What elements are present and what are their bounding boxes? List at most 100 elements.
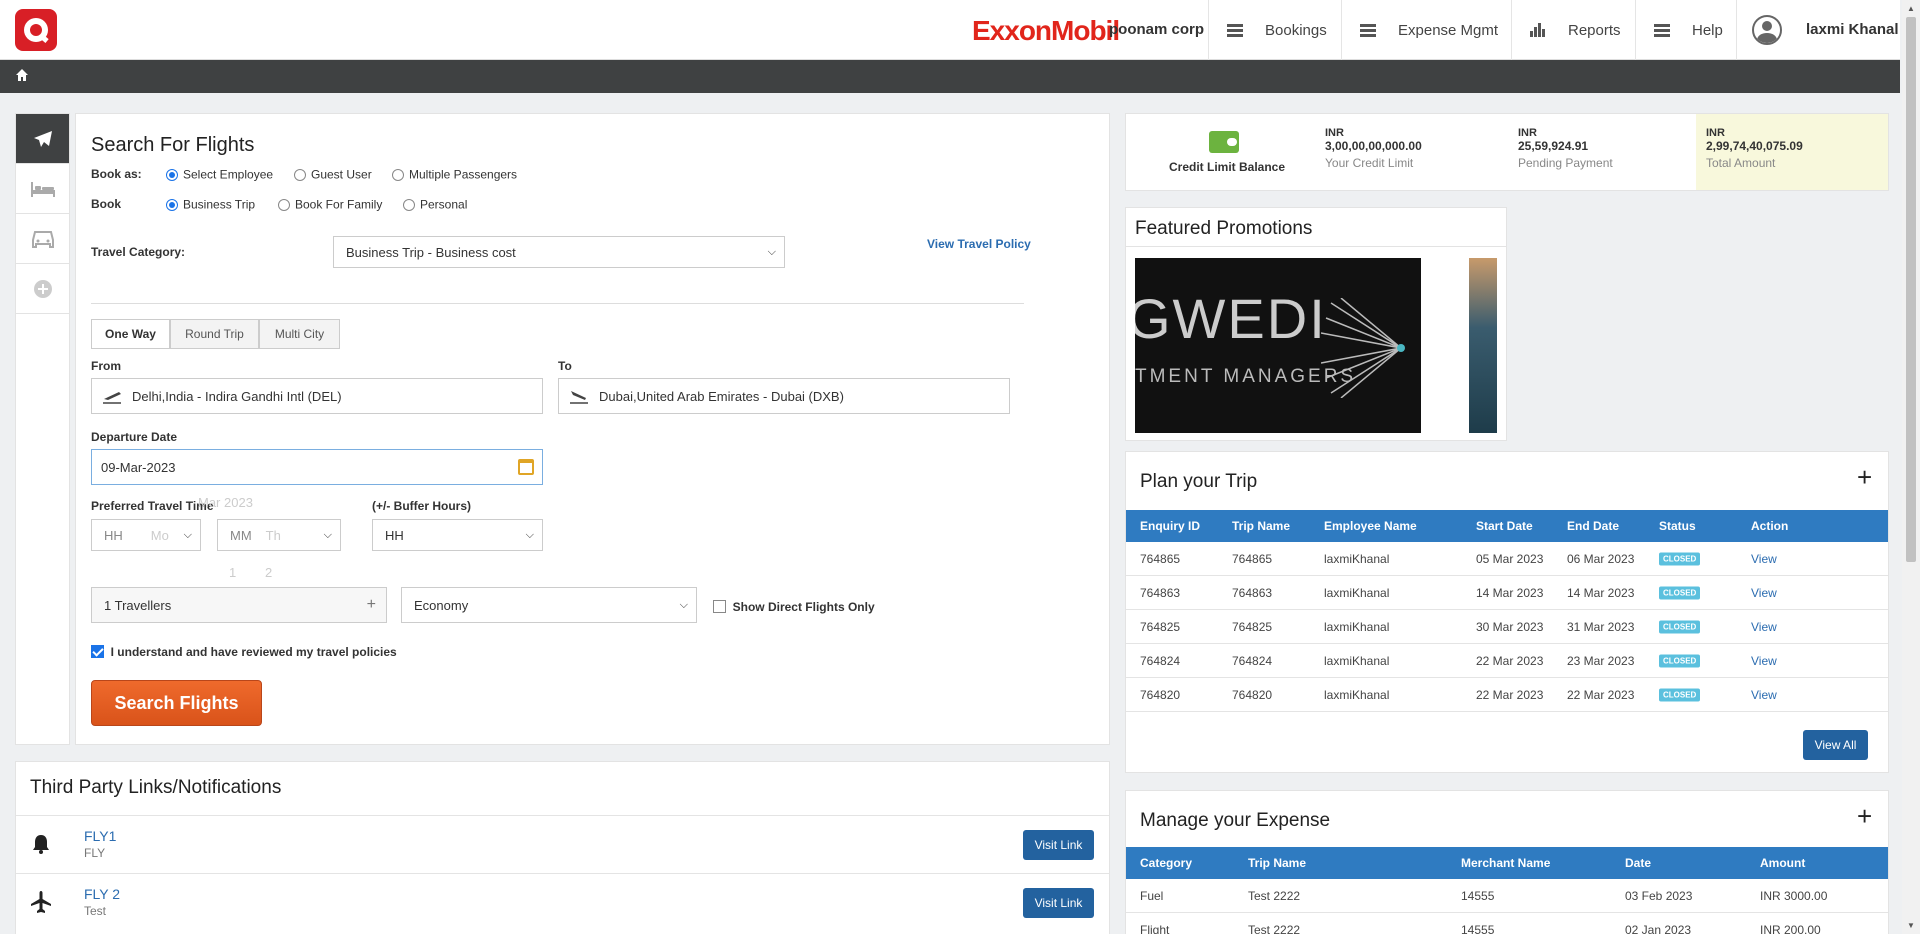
visit-link-button[interactable]: Visit Link — [1023, 888, 1094, 918]
travellers-select[interactable]: 1 Travellers + — [91, 587, 387, 623]
view-link[interactable]: View — [1751, 552, 1777, 566]
bell-icon — [33, 835, 49, 854]
hour-select[interactable]: HH Mo ⌵ — [91, 519, 201, 551]
view-travel-policy-link[interactable]: View Travel Policy — [927, 237, 1031, 251]
plan-trip-title: Plan your Trip — [1140, 471, 1258, 492]
booking-type-rail — [15, 113, 70, 745]
takeoff-icon — [103, 392, 121, 404]
bed-icon — [30, 181, 55, 197]
from-input[interactable]: Delhi,India - Indira Gandhi Intl (DEL) — [91, 378, 543, 414]
scroll-thumb[interactable] — [1906, 17, 1916, 562]
company-name: poonam corp — [1109, 21, 1205, 38]
menu-icon — [1360, 23, 1376, 37]
view-link[interactable]: View — [1751, 620, 1777, 634]
minute-select[interactable]: MM Th ⌵ — [217, 519, 341, 551]
user-name[interactable]: laxmi Khanal — [1806, 21, 1899, 38]
menu-icon — [1654, 23, 1670, 37]
nav-bookings[interactable]: Bookings — [1208, 0, 1341, 60]
radio-personal[interactable]: Personal — [403, 196, 467, 212]
more-tab[interactable] — [16, 264, 69, 314]
home-icon[interactable] — [15, 68, 29, 85]
direct-flights-checkbox[interactable]: Show Direct Flights Only — [713, 598, 875, 614]
calendar-icon[interactable] — [518, 459, 534, 475]
radio-book-for-family[interactable]: Book For Family — [278, 196, 382, 212]
user-avatar-icon[interactable] — [1752, 15, 1782, 45]
status-badge: CLOSED — [1659, 552, 1701, 565]
nav-help[interactable]: Help — [1635, 0, 1736, 60]
sub-navbar — [0, 60, 1900, 93]
table-row: 764820 764820 laxmiKhanal 22 Mar 2023 22 Mar… — [1126, 678, 1888, 712]
promotion-banner[interactable]: GWEDI TMENT MANAGERS — [1135, 258, 1421, 433]
radio-select-employee[interactable]: Select Employee — [166, 166, 273, 182]
nav-bookings-label: Bookings — [1265, 21, 1327, 39]
nav-reports[interactable]: Reports — [1511, 0, 1635, 60]
link-desc: FLY — [84, 846, 106, 860]
flight-search-panel: Search For Flights Book as: Select Emplo… — [75, 113, 1110, 745]
view-link[interactable]: View — [1751, 688, 1777, 702]
page-scrollbar[interactable]: ▲ ▼ — [1902, 0, 1920, 934]
nav-help-label: Help — [1692, 21, 1723, 39]
radio-multiple-passengers[interactable]: Multiple Passengers — [392, 166, 517, 182]
cabin-class-select[interactable]: Economy ⌵ — [401, 587, 697, 623]
plus-circle-icon — [33, 279, 52, 298]
currency-label: INR — [1706, 127, 1725, 139]
nav-reports-label: Reports — [1568, 21, 1621, 39]
nav-expense-label: Expense Mgmt — [1398, 21, 1499, 39]
credit-title: Credit Limit Balance — [1169, 160, 1286, 174]
app-logo[interactable] — [15, 9, 57, 51]
tab-one-way[interactable]: One Way — [91, 319, 170, 349]
search-flights-button[interactable]: Search Flights — [91, 680, 262, 726]
radio-guest-user[interactable]: Guest User — [294, 166, 372, 182]
flight-tab[interactable] — [16, 114, 69, 164]
add-trip-icon[interactable]: + — [1857, 462, 1872, 493]
preferred-time-label: Preferred Travel Time — [91, 499, 214, 513]
promotion-banner-2[interactable] — [1469, 258, 1497, 433]
plan-trip-panel: Plan your Trip + Enquiry ID Trip Name Em… — [1125, 451, 1889, 773]
travel-category-select[interactable]: Business Trip - Business cost ⌵ — [333, 236, 785, 268]
pending-payment-amount: 25,59,924.91 — [1518, 139, 1589, 153]
visit-link-button[interactable]: Visit Link — [1023, 830, 1094, 860]
featured-promotions-panel: Featured Promotions GWEDI TMENT MANAGERS — [1125, 207, 1507, 441]
expense-table-header: Category Trip Name Merchant Name Date Am… — [1126, 847, 1888, 879]
top-header: ExxonMobil poonam corp Bookings Expense … — [0, 0, 1900, 60]
scroll-down-icon[interactable]: ▼ — [1907, 921, 1915, 930]
currency-label: INR — [1325, 127, 1344, 139]
to-input[interactable]: Dubai,United Arab Emirates - Dubai (DXB) — [558, 378, 1010, 414]
departure-date-input[interactable]: 09-Mar-2023 — [91, 449, 543, 485]
nav-expense-mgmt[interactable]: Expense Mgmt — [1341, 0, 1511, 60]
tab-multi-city[interactable]: Multi City — [259, 319, 340, 349]
book-as-label: Book as: — [91, 167, 142, 181]
pending-payment-label: Pending Payment — [1518, 156, 1613, 170]
landing-icon — [570, 391, 588, 404]
car-tab[interactable] — [16, 214, 69, 264]
status-badge: CLOSED — [1659, 586, 1701, 599]
link-name[interactable]: FLY 2 — [84, 886, 120, 902]
radio-business-trip[interactable]: Business Trip — [166, 196, 255, 212]
view-all-button[interactable]: View All — [1803, 730, 1868, 760]
airplane-icon — [31, 891, 51, 913]
add-expense-icon[interactable]: + — [1857, 801, 1872, 832]
view-link[interactable]: View — [1751, 654, 1777, 668]
wallet-icon — [1209, 131, 1239, 153]
link-desc: Test — [84, 904, 107, 918]
view-link[interactable]: View — [1751, 586, 1777, 600]
credit-limit-label: Your Credit Limit — [1325, 156, 1414, 170]
promo-text: GWEDI — [1135, 287, 1327, 350]
buffer-hours-select[interactable]: HH ⌵ — [372, 519, 543, 551]
table-row: 764824 764824 laxmiKhanal 22 Mar 2023 23 Mar… — [1126, 644, 1888, 678]
link-name[interactable]: FLY1 — [84, 828, 116, 844]
scroll-up-icon[interactable]: ▲ — [1907, 4, 1915, 13]
status-badge: CLOSED — [1659, 620, 1701, 633]
hotel-tab[interactable] — [16, 164, 69, 214]
tab-round-trip[interactable]: Round Trip — [170, 319, 259, 349]
policy-ack-checkbox[interactable]: I understand and have reviewed my travel… — [91, 643, 397, 659]
table-row: 764865 764865 laxmiKhanal 05 Mar 2023 06 Mar… — [1126, 542, 1888, 576]
credit-limit-panel: Credit Limit Balance INR 3,00,00,00,000.… — [1125, 113, 1889, 191]
book-label: Book — [91, 197, 121, 211]
car-icon — [31, 230, 54, 248]
promotions-title: Featured Promotions — [1135, 218, 1313, 239]
third-party-title: Third Party Links/Notifications — [30, 777, 282, 798]
calendar-ghost-day: 2 — [265, 565, 273, 580]
total-amount: 2,99,74,40,075.09 — [1706, 139, 1803, 153]
currency-label: INR — [1518, 127, 1537, 139]
